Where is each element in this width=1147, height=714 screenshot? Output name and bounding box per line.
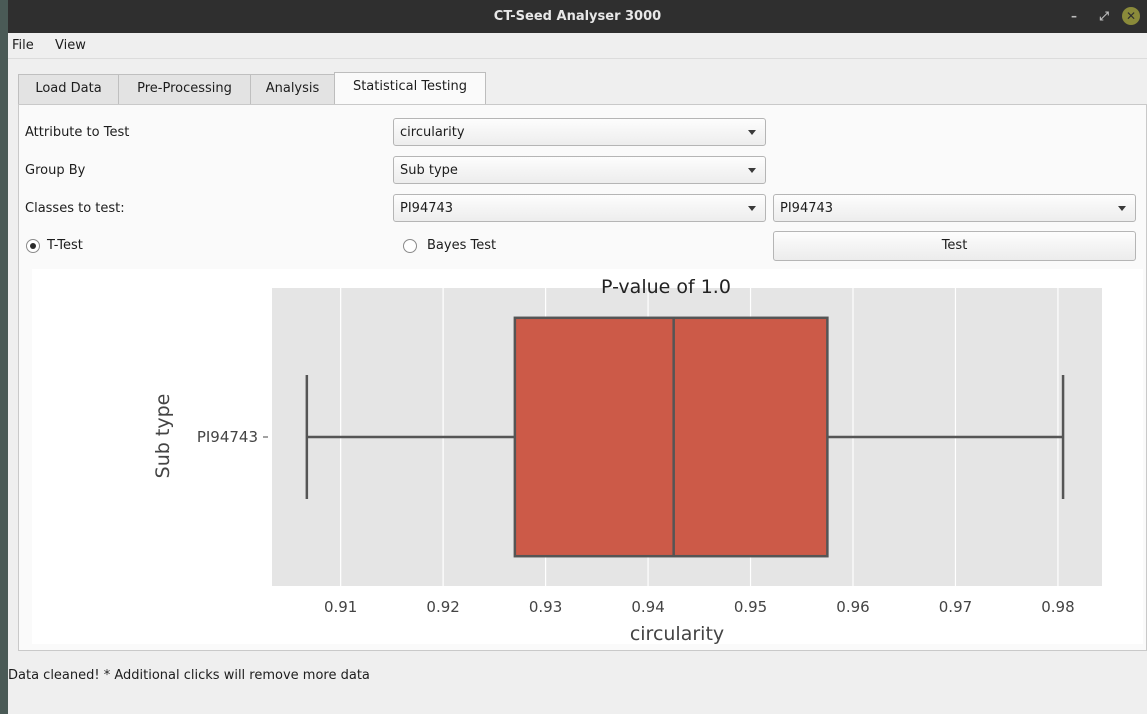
- chevron-down-icon: [748, 168, 756, 173]
- status-bar: Data cleaned! * Additional clicks will r…: [8, 668, 370, 683]
- tab-analysis[interactable]: Analysis: [250, 74, 335, 104]
- minimize-icon[interactable]: –: [1064, 6, 1084, 26]
- maximize-icon[interactable]: ⤢: [1094, 6, 1114, 26]
- y-categories: PI94743: [197, 428, 268, 446]
- group-by-select-value: Sub type: [400, 163, 458, 178]
- bayes-label: Bayes Test: [427, 238, 497, 253]
- tab-statistical-testing[interactable]: Statistical Testing: [334, 72, 486, 105]
- tab-pre-processing[interactable]: Pre-Processing: [118, 74, 251, 104]
- x-tick-label: 0.91: [324, 598, 357, 616]
- class-b-select[interactable]: PI94743: [773, 194, 1136, 222]
- x-ticks: 0.91 0.92 0.93 0.94 0.95 0.96 0.97 0.98: [324, 598, 1075, 616]
- group-by-label: Group By: [25, 163, 86, 178]
- ttest-radio[interactable]: [26, 239, 40, 253]
- test-button[interactable]: Test: [773, 231, 1136, 261]
- chevron-down-icon: [748, 130, 756, 135]
- box-plot: 0.91 0.92 0.93 0.94 0.95 0.96 0.97 0.98 P-value…: [32, 269, 1143, 645]
- y-axis-label: Sub type: [152, 394, 174, 479]
- ttest-label: T-Test: [47, 238, 83, 253]
- bayes-radio[interactable]: [403, 239, 417, 253]
- class-b-select-value: PI94743: [780, 201, 834, 216]
- close-icon[interactable]: ✕: [1122, 7, 1140, 25]
- y-category-label: PI94743: [197, 428, 258, 446]
- x-axis-label: circularity: [630, 623, 724, 644]
- x-tick-label: 0.94: [631, 598, 664, 616]
- tab-load-data[interactable]: Load Data: [18, 74, 119, 104]
- menu-view[interactable]: View: [55, 38, 86, 53]
- box-iqr: [513, 316, 829, 558]
- class-a-select-value: PI94743: [400, 201, 454, 216]
- menu-file[interactable]: File: [12, 38, 34, 53]
- menu-bar: File View: [8, 33, 1147, 59]
- chevron-down-icon: [1118, 206, 1126, 211]
- classes-label: Classes to test:: [25, 201, 125, 216]
- class-a-select[interactable]: PI94743: [393, 194, 766, 222]
- x-tick-label: 0.92: [426, 598, 459, 616]
- chart-title: P-value of 1.0: [601, 276, 731, 298]
- x-tick-label: 0.97: [939, 598, 972, 616]
- title-bar: CT-Seed Analyser 3000 – ⤢ ✕: [8, 0, 1147, 33]
- attribute-select-value: circularity: [400, 125, 465, 140]
- x-tick-label: 0.98: [1041, 598, 1074, 616]
- window-title: CT-Seed Analyser 3000: [493, 9, 662, 24]
- attribute-select[interactable]: circularity: [393, 118, 766, 146]
- group-by-select[interactable]: Sub type: [393, 156, 766, 184]
- x-tick-label: 0.96: [836, 598, 869, 616]
- app-window: CT-Seed Analyser 3000 – ⤢ ✕ File View Lo…: [8, 0, 1147, 714]
- chevron-down-icon: [748, 206, 756, 211]
- x-tick-label: 0.95: [734, 598, 767, 616]
- box-plot-svg: 0.91 0.92 0.93 0.94 0.95 0.96 0.97 0.98 P-value…: [152, 276, 1102, 645]
- x-tick-label: 0.93: [529, 598, 562, 616]
- attribute-label: Attribute to Test: [25, 125, 130, 140]
